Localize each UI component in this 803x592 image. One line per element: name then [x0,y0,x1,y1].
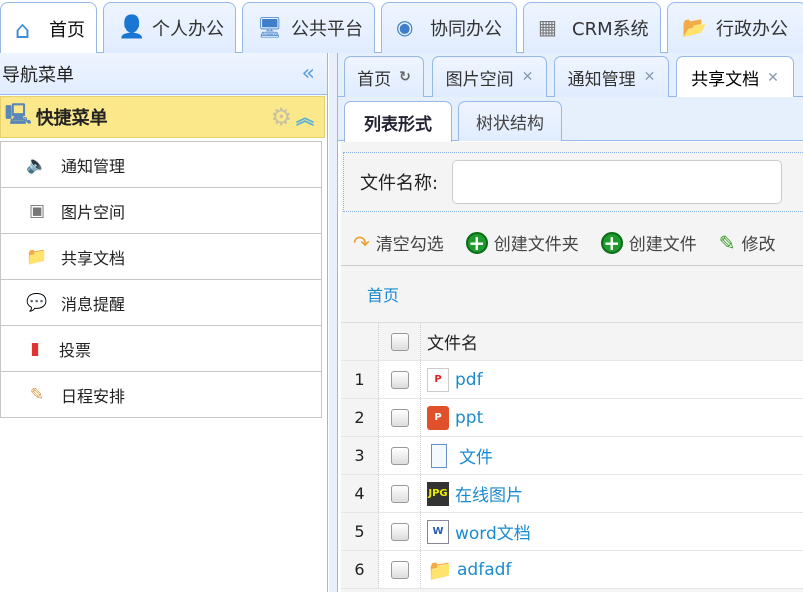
table-header: 文件名 [341,323,803,361]
collapse-left-icon[interactable]: « [302,61,315,86]
filename-input[interactable] [452,160,783,204]
folder-icon: 📁 [427,557,453,582]
top-tab-admin[interactable]: 📂 行政办公 [667,2,803,53]
monitor-icon: 🖥 [257,15,283,39]
close-icon[interactable]: ✕ [644,69,656,85]
tab-images[interactable]: 图片空间 ✕ [432,56,547,97]
tab-notice[interactable]: 通知管理 ✕ [554,56,669,97]
panel-splitter[interactable] [329,53,338,592]
table-row: 1 Ppdf [341,361,803,399]
table-row: 5 Wword文档 [341,513,803,551]
bar-chart-icon: ▮ [30,338,40,359]
quick-menu-list: 🔈 通知管理 ▣ 图片空间 📁 共享文档 💬 消息提醒 ▮ 投票 ✎ 日程安排 [0,141,322,418]
menu-item-messages[interactable]: 💬 消息提醒 [1,280,321,326]
row-checkbox[interactable] [390,560,409,579]
top-tab-personal[interactable]: 👤 个人办公 [103,2,236,53]
close-icon[interactable]: ✕ [767,70,779,86]
quick-menu-header[interactable]: 🖳 快捷菜单 ⚙ ︽ [0,96,325,138]
collab-icon: ◉ [396,15,414,39]
top-tab-home[interactable]: ⌂ 首页 [0,2,97,54]
table-row: 4 JPG 在线图片 [341,475,803,513]
plus-icon: + [600,231,623,255]
close-icon[interactable]: ✕ [522,69,534,85]
top-nav: ⌂ 首页 👤 个人办公 🖥 公共平台 ◉ 协同办公 ▦ CRM系统 📂 行政办公 [0,0,803,54]
file-link[interactable]: pdf [455,370,483,390]
column-filename[interactable]: 文件名 [421,323,803,360]
top-tab-public[interactable]: 🖥 公共平台 [242,2,375,53]
edit-button[interactable]: ✎ 修改 [718,230,776,256]
gear-icon[interactable]: ⚙ [270,103,292,131]
plus-icon: + [465,231,488,255]
menu-item-notice[interactable]: 🔈 通知管理 [1,142,321,188]
row-checkbox[interactable] [390,522,409,541]
tab-list-view[interactable]: 列表形式 [344,101,452,142]
breadcrumb-home[interactable]: 首页 [367,282,399,306]
person-icon: 👤 [118,15,146,40]
pdf-icon: P [427,367,449,392]
file-link[interactable]: ppt [455,408,483,428]
tab-tree-view[interactable]: 树状结构 [458,101,562,141]
row-checkbox[interactable] [390,484,409,503]
row-checkbox[interactable] [390,408,409,427]
search-form: 文件名称: [343,152,803,212]
menu-item-schedule[interactable]: ✎ 日程安排 [1,372,321,418]
image-icon: ▣ [28,200,46,221]
menu-item-images[interactable]: ▣ 图片空间 [1,188,321,234]
table-row: 6 📁 adfadf [341,551,803,589]
create-file-button[interactable]: + 创建文件 [600,230,697,255]
nav-panel: 导航菜单 « 🖳 快捷菜单 ⚙ ︽ 🔈 通知管理 ▣ 图片空间 📁 共享文档 💬 消息提醒 ▮ 投… [0,53,328,592]
top-tab-crm[interactable]: ▦ CRM系统 [523,2,661,53]
jpg-icon: JPG [427,481,449,506]
create-folder-button[interactable]: + 创建文件夹 [465,230,579,255]
nav-panel-header: 导航菜单 « [0,53,327,95]
content-body: 文件名称: ↷ 清空勾选 + 创建文件夹 + 创建文件 ✎ 修改 首页 文件名 1 Ppd… [341,142,803,592]
home-icon: ⌂ [15,15,31,44]
menu-item-shared-docs[interactable]: 📁 共享文档 [1,234,321,280]
clear-selection-button[interactable]: ↷ 清空勾选 [353,230,444,256]
content-panel: 首页 ↻ 图片空间 ✕ 通知管理 ✕ 共享文档 ✕ 列表形式 树状结构 文件名称: ↷ 清… [338,53,803,592]
menu-item-vote[interactable]: ▮ 投票 [1,326,321,372]
folder-icon: 📁 [26,246,48,267]
pencil-icon: ✎ [29,384,45,405]
refresh-icon[interactable]: ↻ [399,69,411,85]
view-tabs: 列表形式 树状结构 [338,97,803,142]
word-icon: W [427,519,449,544]
file-link[interactable]: word文档 [455,519,531,544]
table-row: 2 Pppt [341,399,803,437]
tab-home[interactable]: 首页 ↻ [344,56,424,97]
select-all-checkbox[interactable] [390,332,409,351]
content-tabs: 首页 ↻ 图片空间 ✕ 通知管理 ✕ 共享文档 ✕ [338,53,803,98]
file-icon [431,443,447,468]
pencil-icon: ✎ [718,230,736,255]
file-link[interactable]: 在线图片 [455,481,523,506]
undo-arrow-icon: ↷ [353,230,370,255]
computer-icon: 🖳 [5,102,32,126]
toolbar: ↷ 清空勾选 + 创建文件夹 + 创建文件 ✎ 修改 [341,220,803,266]
building-icon: ▦ [538,15,557,39]
row-checkbox[interactable] [390,370,409,389]
folder-icon: 📂 [682,15,707,39]
file-table: 文件名 1 Ppdf 2 Pppt 3 文件 4 JPG 在线图片 5 Wword文档 6 📁… [341,322,803,589]
ppt-icon: P [427,405,449,430]
table-row: 3 文件 [341,437,803,475]
chevron-up-icon[interactable]: ︽ [296,104,314,130]
speaker-icon: 🔈 [26,154,48,175]
tab-shared-docs[interactable]: 共享文档 ✕ [676,56,794,98]
chat-icon: 💬 [26,292,48,313]
top-tab-collab[interactable]: ◉ 协同办公 [381,2,517,53]
file-link[interactable]: adfadf [457,560,511,580]
row-checkbox[interactable] [390,446,409,465]
file-link[interactable]: 文件 [459,443,493,468]
